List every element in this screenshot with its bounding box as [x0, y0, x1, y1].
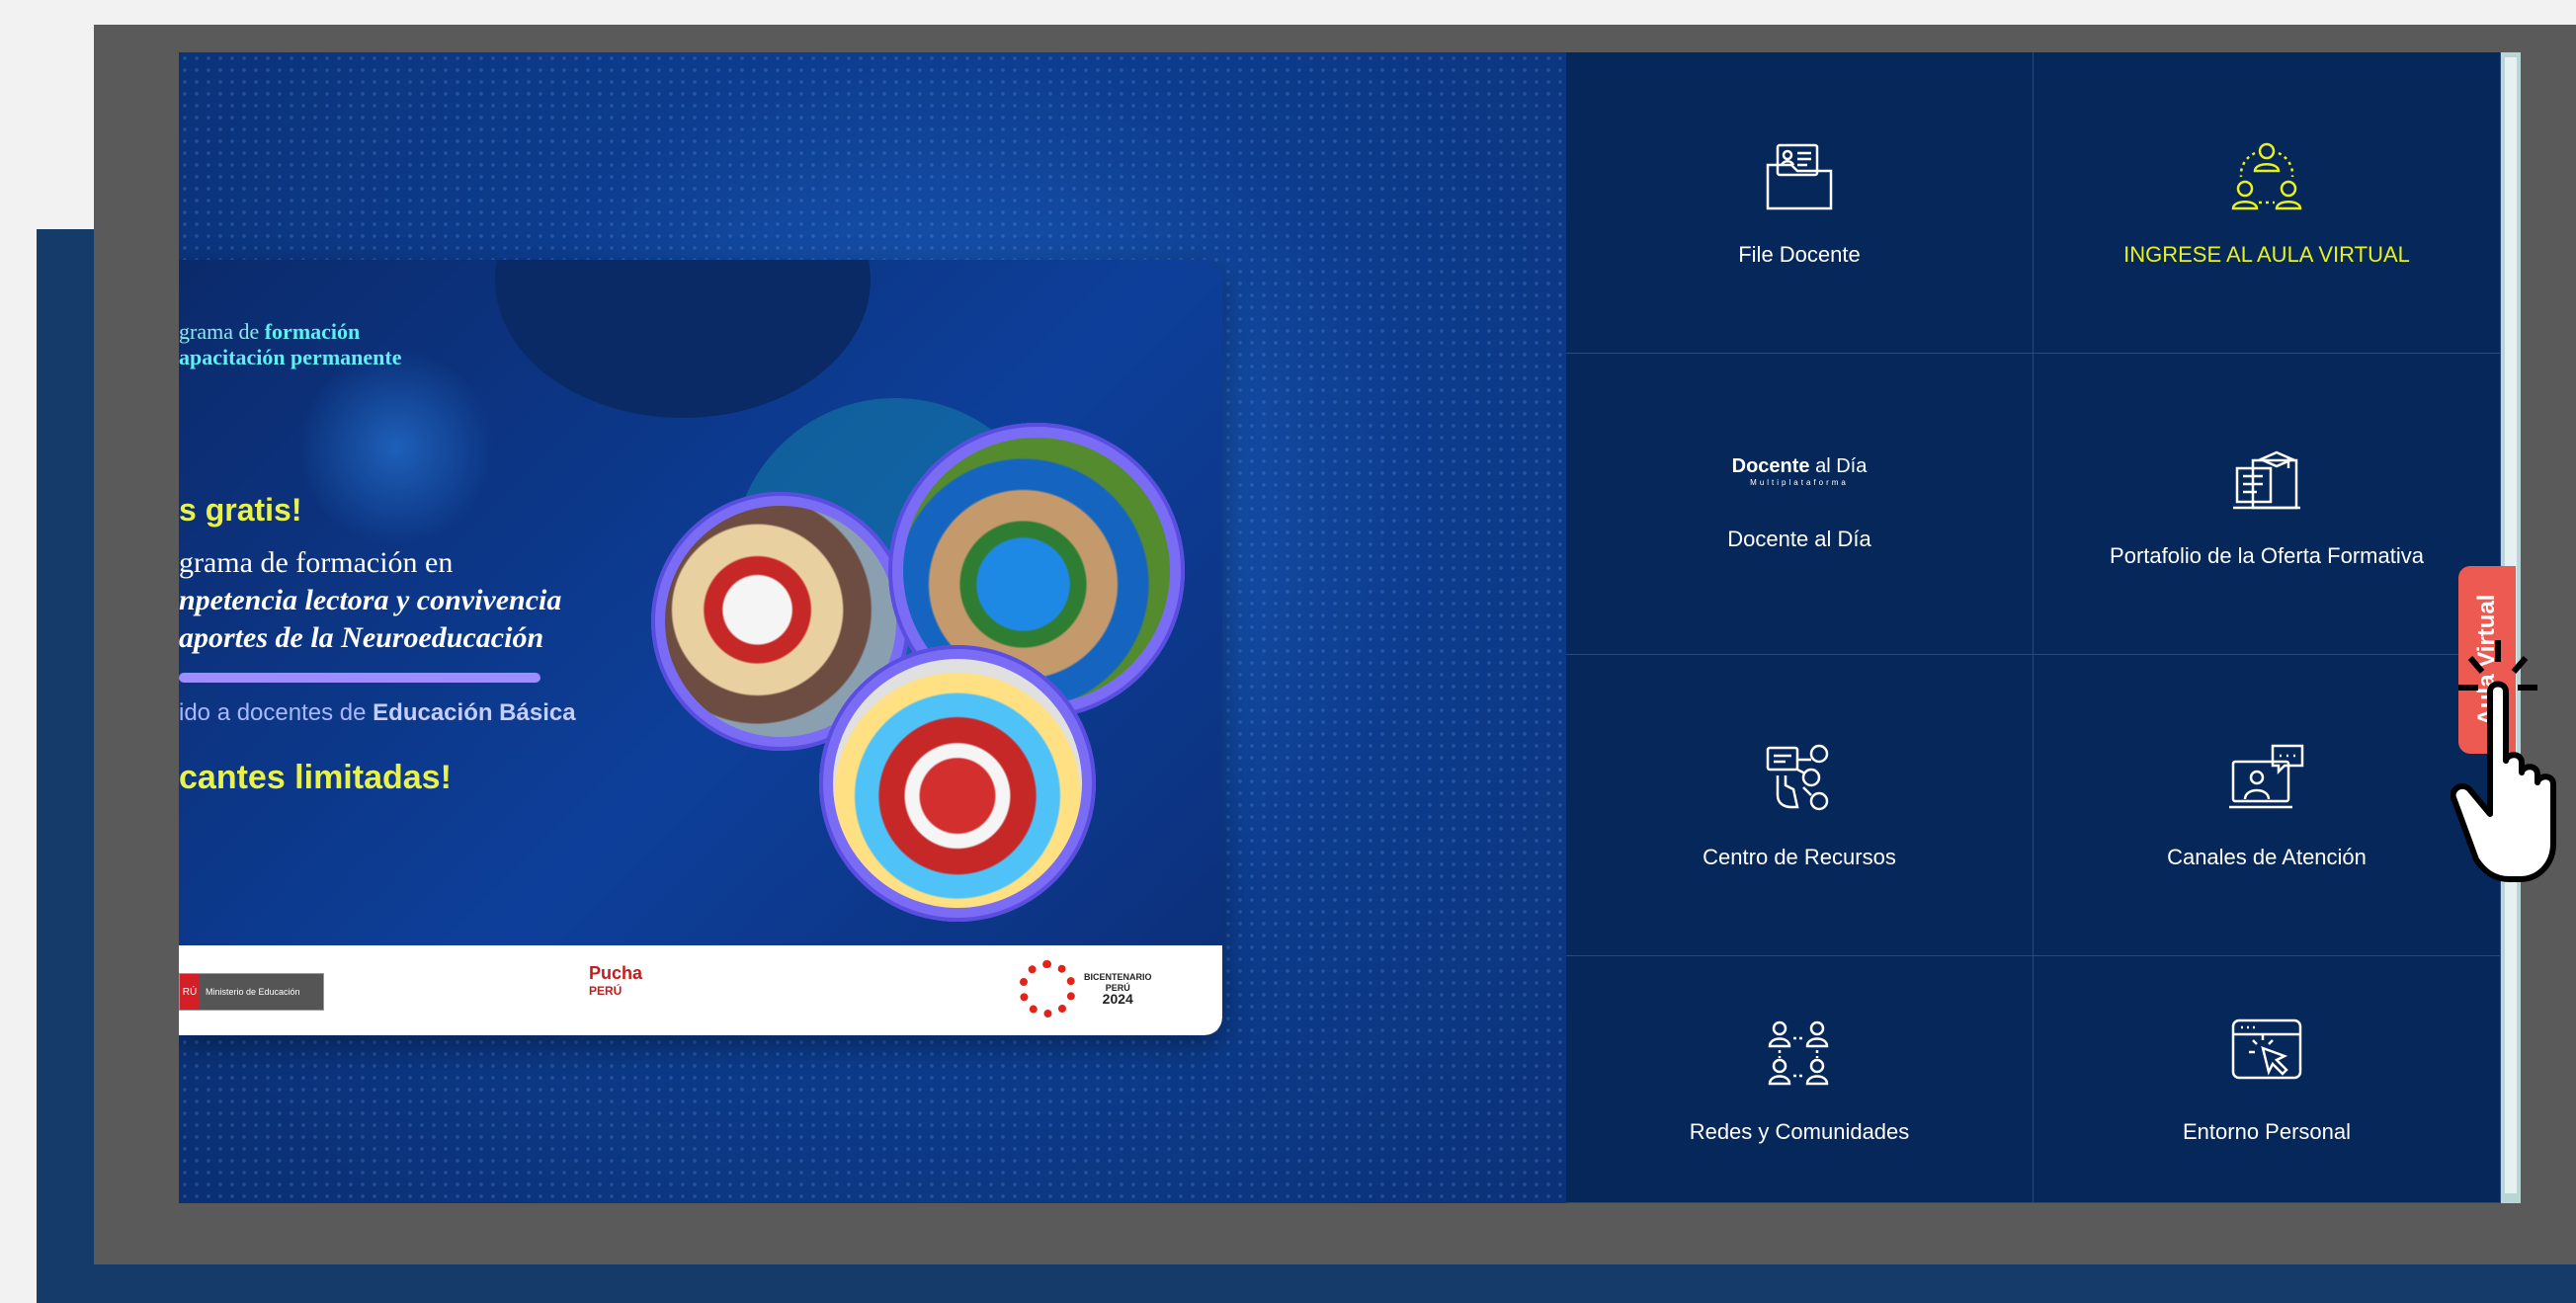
menu-entorno-personal[interactable]: Entorno Personal	[2034, 956, 2501, 1203]
menu-portafolio[interactable]: Portafolio de la Oferta Formativa	[2034, 354, 2501, 655]
headline-line1: grama de formación en	[179, 546, 454, 579]
redes-icon	[1768, 1020, 1829, 1085]
canales-atencion-icon	[2229, 744, 2304, 809]
services-menu: File Docente INGRESE AL AULA VIRTUAL Doc…	[1566, 52, 2501, 1203]
promo-banner[interactable]: grama de formación apacitación permanent…	[179, 260, 1222, 1035]
deco-glow	[297, 349, 495, 546]
portal-stage: grama de formación apacitación permanent…	[179, 52, 2521, 1203]
vacantes-text: cantes limitadas!	[179, 759, 452, 796]
program-title: grama de formación apacitación permanent…	[179, 319, 402, 369]
minedu-logo: RÚ Ministerio de Educación	[179, 973, 324, 1011]
entorno-personal-icon	[2231, 1018, 2302, 1079]
menu-docente-al-dia[interactable]: Docente al Día Multiplataforma Docente a…	[1566, 354, 2034, 655]
menu-aula-virtual[interactable]: INGRESE AL AULA VIRTUAL	[2034, 52, 2501, 354]
dirigido-text: ido a docentes de Educación Básica	[179, 699, 576, 726]
menu-redes-comunidades[interactable]: Redes y Comunidades	[1566, 956, 2034, 1203]
headline-line3: aportes de la Neuroeducación	[179, 621, 544, 654]
centro-recursos-icon	[1766, 744, 1829, 811]
bicentenario-logo: BICENTENARIO PERÚ 2024	[1019, 960, 1152, 1018]
docente-al-dia-logo: Docente al Día Multiplataforma	[1731, 455, 1868, 487]
pucha-peru-logo: Pucha PERÚ	[589, 963, 643, 998]
accent-bar	[179, 673, 540, 683]
classroom-photo-bottom	[833, 659, 1082, 908]
menu-file-docente[interactable]: File Docente	[1566, 52, 2034, 354]
headline-line2: npetencia lectora y convivencia	[179, 584, 562, 616]
deco-circle	[495, 260, 871, 418]
bicentenario-sun-icon	[1019, 960, 1076, 1018]
banner-area: grama de formación apacitación permanent…	[179, 52, 1566, 1203]
menu-centro-recursos[interactable]: Centro de Recursos	[1566, 655, 2034, 956]
banner-footer: RÚ Ministerio de Educación Pucha PERÚ BI…	[179, 945, 1222, 1035]
file-docente-icon	[1766, 143, 1833, 210]
portafolio-icon	[2233, 450, 2300, 510]
menu-canales-atencion[interactable]: Canales de Atención	[2034, 655, 2501, 956]
aula-virtual-icon	[2231, 142, 2302, 210]
click-hand-icon	[2451, 640, 2556, 882]
gratis-text: s gratis!	[179, 492, 302, 528]
